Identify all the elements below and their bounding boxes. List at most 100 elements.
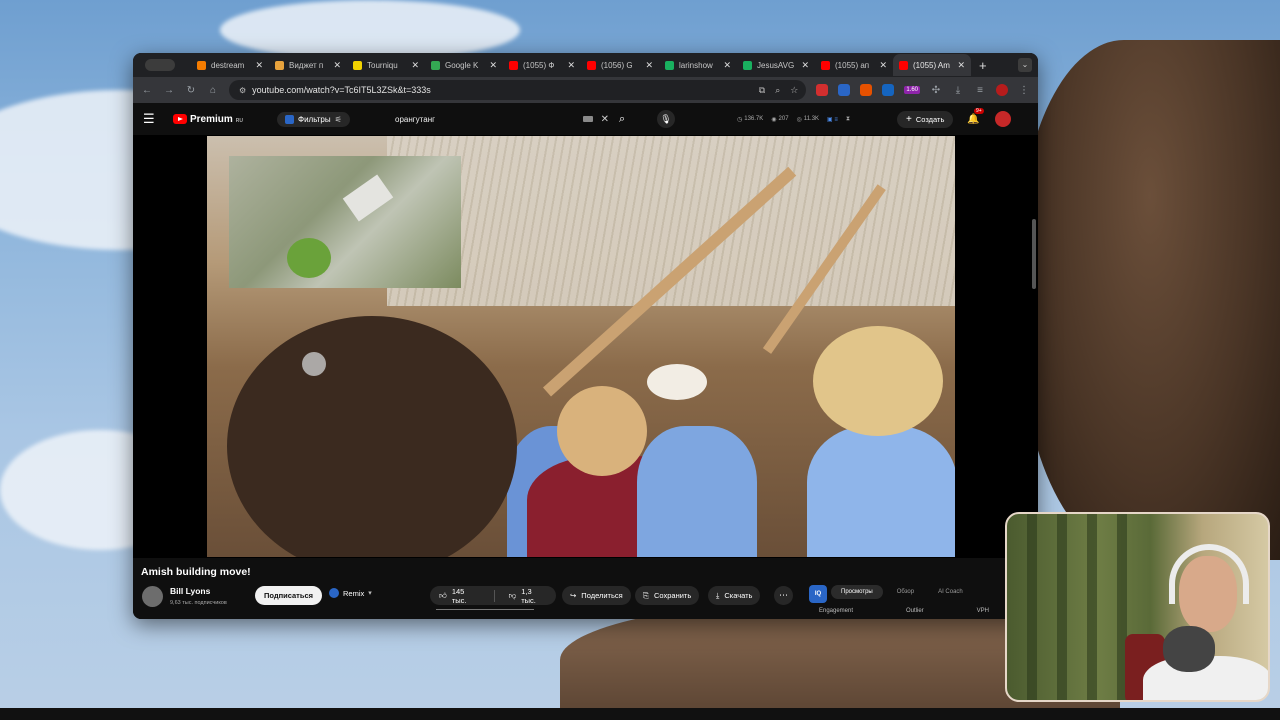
notifications-bell-icon[interactable]: 🔔 [967, 114, 979, 125]
person-head [227, 316, 517, 557]
channel-name[interactable]: Bill Lyons [170, 586, 210, 596]
browser-tab[interactable]: Tourniqu ✕ [347, 54, 425, 76]
extension-icon[interactable] [882, 84, 895, 96]
profile-avatar[interactable] [996, 84, 1008, 96]
tab-title: JesusAVG [757, 60, 795, 70]
close-tab-icon[interactable]: ✕ [879, 60, 887, 71]
filters-button[interactable]: Фильтры ⚟ [277, 111, 350, 127]
thumbs-down-icon: 👎︎ [508, 590, 517, 600]
download-button[interactable]: ⤓ Скачать [708, 586, 761, 605]
hourglass-icon[interactable]: ⧗ [846, 116, 850, 123]
sliders-icon: ⚟ [334, 114, 342, 124]
browser-tab[interactable]: (1055) ап ✕ [815, 54, 893, 76]
share-label: Поделиться [581, 591, 623, 600]
subscribe-button[interactable]: Подписаться [255, 586, 322, 605]
create-label: Создать [915, 114, 945, 124]
vidiq-small-icon[interactable]: ▣ ≡ [827, 116, 838, 123]
tab-favicon-icon [509, 60, 518, 70]
vidiq-tabs: Просмотры Обзор AI Coach [831, 585, 973, 599]
tab-search-button[interactable]: ⌄ [1018, 58, 1032, 72]
close-tab-icon[interactable]: ✕ [645, 60, 653, 71]
forward-icon[interactable]: → [163, 85, 175, 96]
bookmark-star-icon[interactable]: ☆ [790, 85, 798, 96]
close-tab-icon[interactable]: ✕ [957, 60, 965, 71]
account-avatar[interactable] [995, 111, 1011, 127]
remix-button[interactable]: Remix ▾ [329, 588, 372, 598]
tab-title: (1056) G [601, 60, 633, 70]
page-scrollbar[interactable] [1032, 219, 1036, 289]
media-control-icon[interactable]: ≡ [974, 85, 986, 96]
url-field[interactable]: ⚙ youtube.com/watch?v=Tc6IT5L3ZSk&t=333s… [229, 80, 807, 100]
clear-search-icon[interactable]: ✕ [601, 114, 609, 125]
browser-tab[interactable]: destream ✕ [191, 54, 269, 76]
browser-tab[interactable]: (1055) Am ✕ [893, 54, 971, 76]
bottom-edge [0, 708, 1280, 720]
browser-tab[interactable]: larinshow ✕ [659, 54, 737, 76]
tab-bar: destream ✕ Виджет п ✕ Tourniqu ✕ Google K ✕ (105… [133, 53, 1038, 77]
person-hat [647, 364, 707, 400]
video-player[interactable] [133, 135, 1038, 558]
adblock-extension-icon[interactable] [816, 84, 829, 96]
vidiq-panel-icon[interactable]: IQ [809, 585, 827, 603]
browser-window: destream ✕ Виджет п ✕ Tourniqu ✕ Google K ✕ (105… [133, 53, 1038, 619]
vidiq-extension-icon[interactable] [838, 84, 851, 96]
save-button[interactable]: ⎘ Сохранить [635, 586, 700, 605]
new-tab-button[interactable]: + [979, 58, 987, 73]
install-icon[interactable]: ⧉ [759, 85, 765, 96]
search-icon[interactable]: ⌕ [619, 113, 625, 126]
video-info: Amish building move! Bill Lyons 9,63 тыс… [133, 558, 1038, 619]
menu-icon[interactable]: ☰ [143, 111, 161, 127]
extension-badge[interactable]: 1.60 [904, 86, 920, 94]
vidiq-tab-ai-coach[interactable]: AI Coach [928, 585, 973, 599]
dislike-button[interactable]: 👎︎ 1,3 тыс. [500, 586, 556, 605]
search-input[interactable]: орангутанг ✕ [395, 114, 609, 125]
home-icon[interactable]: ⌂ [207, 85, 219, 96]
browser-tab[interactable]: (1055) Ф ✕ [503, 54, 581, 76]
channel-avatar[interactable] [142, 586, 163, 607]
tab-favicon-icon [899, 60, 908, 70]
browser-tab[interactable]: Google K ✕ [425, 54, 503, 76]
browser-tab[interactable]: JesusAVG ✕ [737, 54, 815, 76]
tab-favicon-icon [821, 60, 830, 70]
tab-favicon-icon [431, 60, 440, 70]
vidiq-tab-overview[interactable]: Обзор [887, 585, 924, 599]
tab-title: larinshow [679, 60, 713, 70]
reload-icon[interactable]: ↻ [185, 85, 197, 96]
video-frame[interactable] [207, 136, 955, 557]
tab-group[interactable] [145, 59, 175, 71]
close-tab-icon[interactable]: ✕ [489, 60, 497, 71]
like-count: 145 тыс. [451, 586, 467, 605]
drone-picture-in-picture [229, 156, 461, 288]
close-tab-icon[interactable]: ✕ [333, 60, 341, 71]
more-actions-button[interactable]: ⋯ [774, 586, 793, 605]
youtube-logo[interactable]: Premium RU [173, 114, 243, 125]
extension-icon[interactable] [860, 84, 873, 96]
share-button[interactable]: ↪ Поделиться [562, 586, 631, 605]
microphone-icon[interactable]: 🎙 [657, 110, 675, 128]
keyboard-icon[interactable] [582, 116, 593, 122]
close-tab-icon[interactable]: ✕ [567, 60, 575, 71]
drone-roof [342, 174, 394, 222]
browser-tab[interactable]: (1056) G ✕ [581, 54, 659, 76]
headphones [1169, 544, 1249, 604]
zoom-icon[interactable]: ⌕ [775, 85, 780, 96]
logo-region: RU [235, 117, 244, 124]
vidiq-metrics: Engagement Outlier VPH [819, 608, 989, 614]
tab-favicon-icon [665, 60, 674, 70]
extensions-puzzle-icon[interactable]: ✣ [930, 85, 942, 96]
close-tab-icon[interactable]: ✕ [255, 60, 263, 71]
create-button[interactable]: + Создать [897, 110, 954, 128]
browser-tab[interactable]: Виджет п ✕ [269, 54, 347, 76]
video-title: Amish building move! [141, 566, 251, 578]
site-info-icon[interactable]: ⚙ [239, 86, 246, 95]
close-tab-icon[interactable]: ✕ [801, 60, 809, 71]
browser-menu-icon[interactable]: ⋮ [1018, 85, 1030, 96]
download-icon[interactable]: ⤓ [952, 85, 964, 96]
metric-outlier: Outlier [906, 608, 924, 614]
like-dislike-group: 👍︎ 145 тыс. 👎︎ 1,3 тыс. [430, 586, 556, 605]
like-button[interactable]: 👍︎ 145 тыс. [430, 586, 489, 605]
back-icon[interactable]: ← [141, 85, 153, 96]
close-tab-icon[interactable]: ✕ [411, 60, 419, 71]
vidiq-tab-views[interactable]: Просмотры [831, 585, 883, 599]
close-tab-icon[interactable]: ✕ [723, 60, 731, 71]
